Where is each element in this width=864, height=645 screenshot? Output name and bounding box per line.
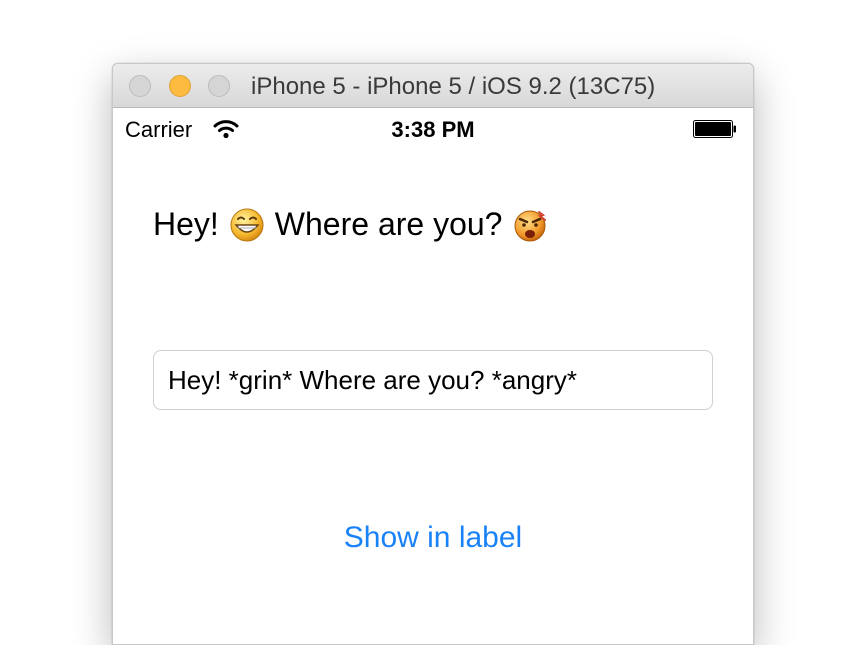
minimize-window-button[interactable] bbox=[169, 75, 191, 97]
status-time: 3:38 PM bbox=[391, 117, 475, 142]
simulator-window: iPhone 5 - iPhone 5 / iOS 9.2 (13C75) Ca… bbox=[112, 63, 754, 645]
grin-emoji-icon bbox=[230, 208, 264, 241]
iphone-screen: Carrier 3:38 PM Hey! Where are you? Hey!… bbox=[113, 108, 753, 644]
battery-icon bbox=[693, 120, 736, 138]
status-bar: Carrier 3:38 PM bbox=[113, 108, 753, 150]
desktop: iPhone 5 - iPhone 5 / iOS 9.2 (13C75) Ca… bbox=[0, 0, 864, 645]
title-bar[interactable]: iPhone 5 - iPhone 5 / iOS 9.2 (13C75) bbox=[113, 64, 753, 108]
message-label-part2: Where are you? bbox=[274, 206, 503, 242]
angry-emoji-icon bbox=[514, 210, 547, 241]
message-label-part1: Hey! bbox=[153, 206, 219, 242]
zoom-window-button[interactable] bbox=[208, 75, 230, 97]
show-in-label-button[interactable]: Show in label bbox=[113, 520, 753, 556]
window-title: iPhone 5 - iPhone 5 / iOS 9.2 (13C75) bbox=[251, 73, 656, 100]
message-text-field[interactable] bbox=[153, 350, 713, 410]
close-window-button[interactable] bbox=[129, 75, 151, 97]
message-label: Hey! Where are you? bbox=[153, 206, 558, 243]
